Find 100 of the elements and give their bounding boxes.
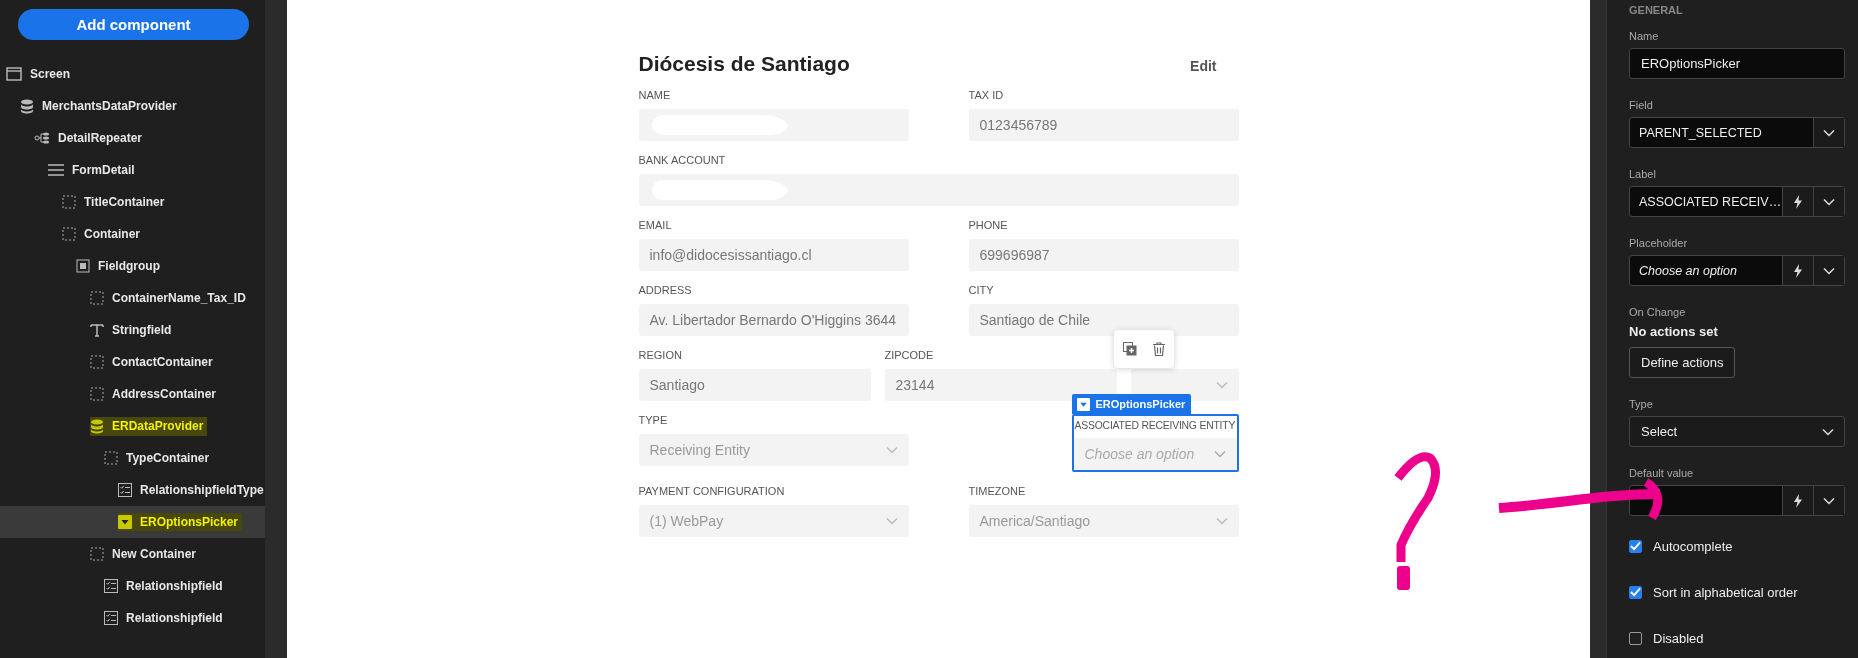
tree-item[interactable]: Screen [0,58,265,90]
text-field[interactable]: 699696987 [968,239,1239,271]
checkbox[interactable] [1629,539,1642,553]
selected-component-outline[interactable]: ASSOCIATED RECEIVING ENTITY Choose an option [1071,414,1239,472]
list-icon [48,164,64,176]
field-label: BANK ACCOUNT [638,154,727,168]
tree-item-label: ContainerName_Tax_ID [90,289,250,307]
tree-item[interactable]: ContactContainer [0,346,265,378]
field-select[interactable]: PARENT_SELECTED [1629,117,1845,148]
checkbox[interactable] [1629,631,1642,645]
tree-item[interactable]: ContainerName_Tax_ID [0,282,265,314]
field-label: ADDRESS [638,284,693,298]
property-label: Type [1629,398,1654,410]
fieldgroup-icon [76,259,90,273]
dropdown-icon [118,515,132,529]
checkbox-label: Sort in alphabetical order [1653,584,1798,600]
text-icon [90,323,104,337]
tree-item[interactable]: EROptionsPicker [0,506,265,538]
dashed-square-icon [104,451,118,465]
duplicate-icon[interactable] [1122,342,1137,356]
chevron-down-icon [1215,517,1228,525]
tree-item-label: TitleContainer [62,193,169,211]
property-label: Placeholder [1629,237,1689,249]
tree-item[interactable]: New Container [0,538,265,570]
tree-item[interactable]: ERDataProvider [0,410,265,442]
define-actions-button[interactable]: Define actions [1629,347,1736,378]
tree-item-label: DetailRepeater [34,129,147,147]
repeater-icon [34,131,50,145]
tree-item[interactable]: Relationshipfield [0,602,265,634]
dashed-square-icon [62,195,76,209]
text-field[interactable]: 23144 [884,369,1117,401]
tree-item-label: RelationshipfieldType [118,481,268,499]
name-input[interactable]: EROptionsPicker [1629,48,1845,79]
database-icon [90,418,104,434]
tree-item-label: Container [62,225,144,243]
field-label: REGION [638,349,683,363]
tree-item-label: FormDetail [48,161,139,179]
chevron-down-icon [1215,381,1228,389]
tree-item-label: AddressContainer [90,385,221,403]
tree-item-label: Screen [6,65,75,83]
field-label: EMAIL [638,219,673,233]
lightning-icon [1793,493,1803,508]
screen-icon [6,67,22,81]
chevron-down-icon [885,517,898,525]
trash-icon[interactable] [1152,342,1165,356]
tree-item[interactable]: Fieldgroup [0,250,265,282]
tree-item-label: Relationshipfield [104,577,227,595]
dashed-square-icon [62,227,76,241]
tree-item[interactable]: AddressContainer [0,378,265,410]
text-field[interactable]: Santiago [638,369,871,401]
tree-item-label: Stringfield [90,321,176,339]
chevron-down-icon [885,446,898,454]
tree-item[interactable]: TitleContainer [0,186,265,218]
text-field[interactable]: 0123456789 [968,109,1239,141]
dashed-square-icon [90,387,104,401]
tree-item-label: New Container [90,545,200,563]
tree-item[interactable]: Container [0,218,265,250]
chevron-down-icon [1823,128,1835,137]
text-field[interactable]: Santiago de Chile [968,304,1239,336]
property-field[interactable]: Choose an option [1629,255,1845,286]
field-label: CITY [968,284,995,298]
chevron-down-icon [1823,496,1835,505]
dashed-square-icon [90,355,104,369]
actions-status: No actions set [1629,324,1719,339]
field-label: PHONE [968,219,1009,233]
tree-item-label: Fieldgroup [76,257,164,275]
tree-item[interactable]: DetailRepeater [0,122,265,154]
field-label: TIMEZONE [968,485,1027,499]
property-field[interactable]: ASSOCIATED RECEIV… [1629,186,1845,217]
edit-link[interactable]: Edit [1190,58,1217,74]
chevron-down-icon [1822,427,1834,436]
tree-item[interactable]: FormDetail [0,154,265,186]
field-label: NAME [638,89,672,103]
tree-item[interactable]: RelationshipfieldType [0,474,265,506]
component-name: EROptionsPicker [1095,398,1186,410]
dashed-square-icon [90,291,104,305]
dynamic-value-button[interactable] [1782,486,1813,515]
chevron-down-icon [1823,197,1835,206]
chevron-down-icon [1213,450,1226,458]
tree-item[interactable]: MerchantsDataProvider [0,90,265,122]
field-label: ASSOCIATED RECEIVING ENTITY [1074,420,1237,433]
dropdown-icon [1076,397,1090,411]
text-field[interactable]: Av. Libertador Bernardo O'Higgins 3644 [638,304,909,336]
dynamic-value-button[interactable] [1782,256,1813,285]
tree-item[interactable]: TypeContainer [0,442,265,474]
tree-item-label: TypeContainer [104,449,214,467]
property-label: Default value [1629,467,1695,479]
property-label: Label [1629,168,1657,180]
property-field[interactable] [1629,485,1845,516]
checkbox[interactable] [1629,585,1642,599]
database-icon [20,98,34,114]
type-select[interactable]: Select [1629,416,1845,447]
tree-item[interactable]: Stringfield [0,314,265,346]
tree-item[interactable]: Relationshipfield [0,570,265,602]
text-field[interactable]: info@didocesissantiago.cl [638,239,909,271]
lightning-icon [1793,194,1803,209]
section-heading: GENERAL [1629,4,1684,16]
dynamic-value-button[interactable] [1782,187,1813,216]
add-component-button[interactable]: Add component [18,9,249,40]
tree-item-label: Relationshipfield [104,609,227,627]
